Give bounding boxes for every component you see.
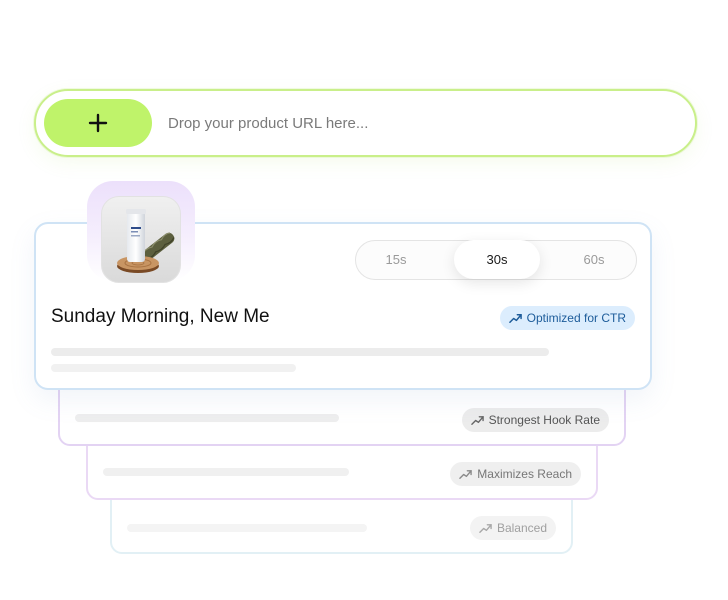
duration-selector: 15s 60s 30s xyxy=(355,240,637,280)
product-thumbnail[interactable] xyxy=(101,196,181,283)
product-url-input[interactable] xyxy=(168,105,668,141)
optimized-ctr-badge: Optimized for CTR xyxy=(499,306,635,330)
duration-option-15s[interactable]: 15s xyxy=(356,241,436,278)
badge-label: Strongest Hook Rate xyxy=(488,413,600,427)
trending-up-icon xyxy=(479,523,492,533)
url-bar xyxy=(34,89,697,157)
trending-up-icon xyxy=(508,313,522,323)
duration-option-60s[interactable]: 60s xyxy=(552,241,636,278)
skeleton-line xyxy=(103,468,349,476)
plus-icon xyxy=(88,113,108,133)
strongest-hook-rate-badge: Strongest Hook Rate xyxy=(461,408,609,432)
skeleton-line xyxy=(75,414,339,422)
add-button[interactable] xyxy=(44,99,152,147)
trending-up-icon xyxy=(459,469,473,479)
badge-label: Balanced xyxy=(496,521,547,535)
duration-option-30s[interactable]: 30s xyxy=(454,240,540,279)
balanced-badge: Balanced xyxy=(469,516,556,540)
skeleton-line xyxy=(51,348,549,356)
skeleton-line xyxy=(51,364,296,372)
ad-title: Sunday Morning, New Me xyxy=(51,306,270,327)
skeleton-line xyxy=(127,524,367,532)
badge-label: Optimized for CTR xyxy=(526,311,626,325)
maximizes-reach-badge: Maximizes Reach xyxy=(450,462,581,486)
trending-up-icon xyxy=(470,415,484,425)
product-image xyxy=(102,197,180,282)
badge-label: Maximizes Reach xyxy=(477,467,572,481)
